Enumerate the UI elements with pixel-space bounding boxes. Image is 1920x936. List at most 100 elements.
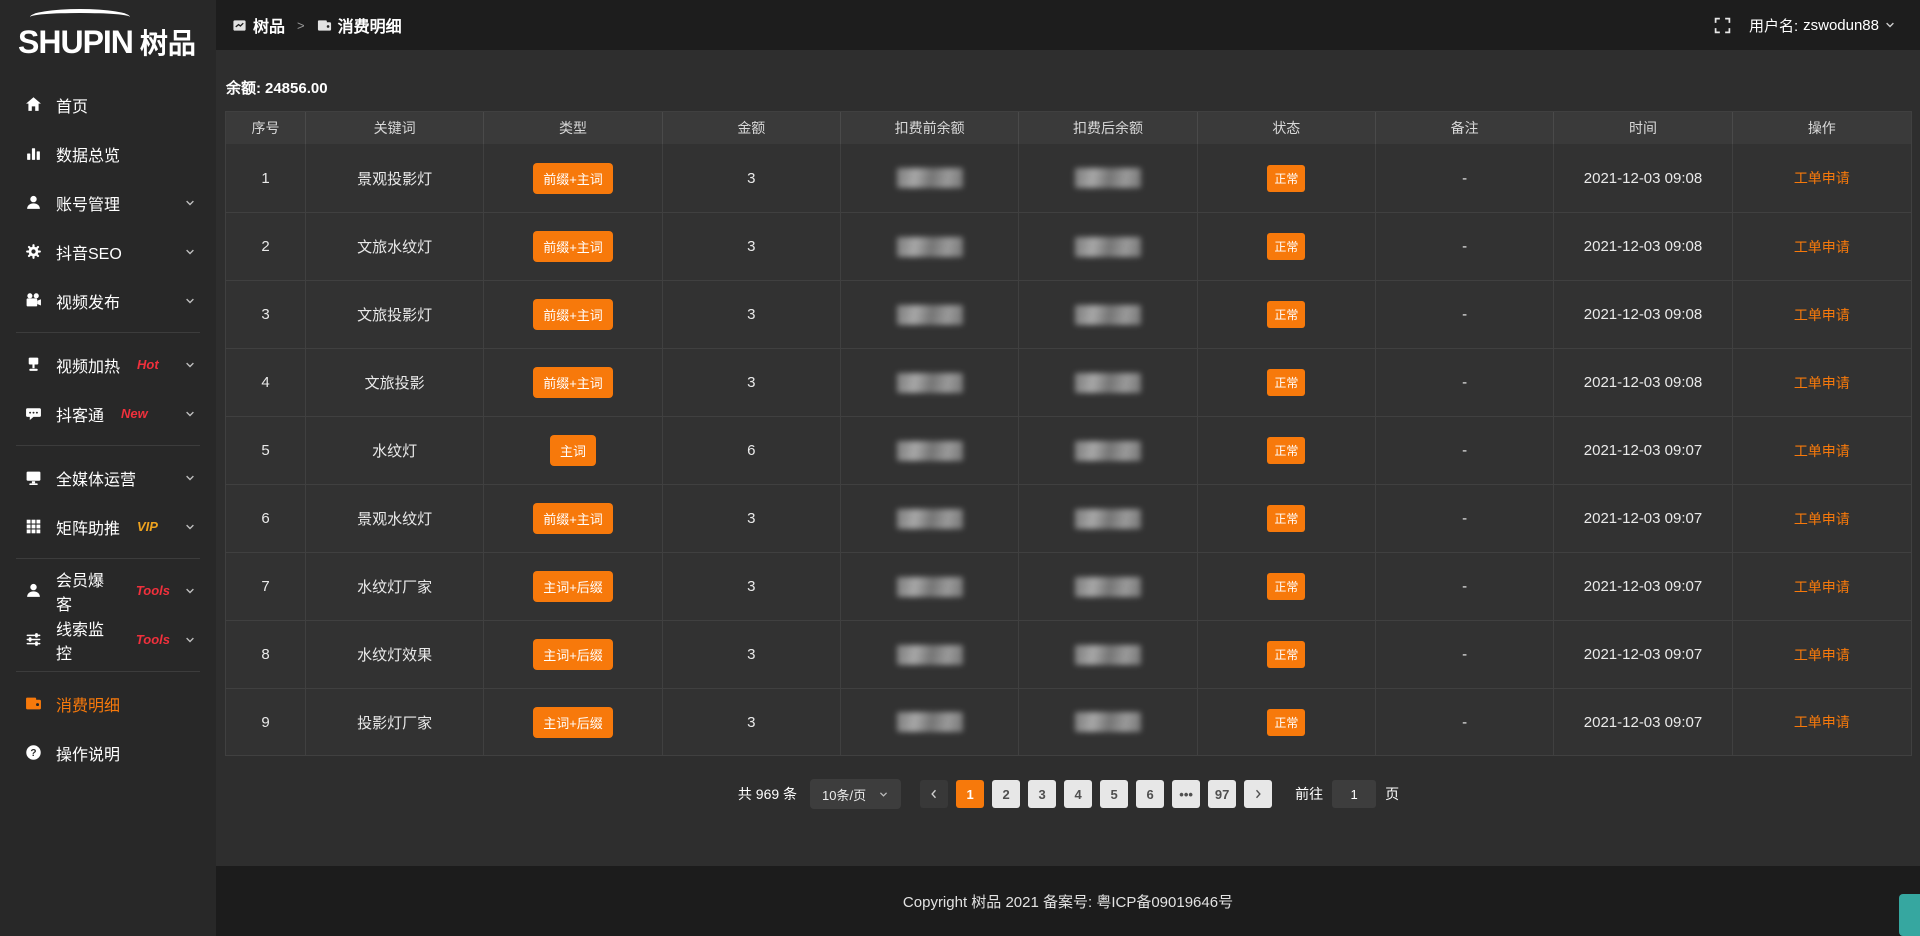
sidebar-item-label: 抖客通 xyxy=(56,402,104,426)
chevron-down-icon xyxy=(878,789,889,800)
sidebar-item-douketong[interactable]: 抖客通 New xyxy=(0,389,216,438)
column-header: 金额 xyxy=(663,112,841,144)
cell-remark: - xyxy=(1376,621,1554,688)
sidebar-item-help[interactable]: ?操作说明 xyxy=(0,728,216,777)
sidebar-item-account-manage[interactable]: 账号管理 xyxy=(0,178,216,227)
sidebar-divider xyxy=(16,558,200,559)
masked-balance-after xyxy=(1075,509,1141,529)
username-value: zswodun88 xyxy=(1803,17,1879,34)
type-badge: 前缀+主词 xyxy=(533,163,613,194)
sidebar-item-video-publish[interactable]: 视频发布 xyxy=(0,276,216,325)
cell-remark: - xyxy=(1376,349,1554,416)
work-order-link[interactable]: 工单申请 xyxy=(1794,373,1850,393)
type-badge: 前缀+主词 xyxy=(533,231,613,262)
table-row: 8水纹灯效果主词+后缀3正常-2021-12-03 09:07工单申请 xyxy=(226,620,1911,688)
topbar: 树品>消费明细 用户名: zswodun88 xyxy=(216,0,1920,50)
work-order-link[interactable]: 工单申请 xyxy=(1794,441,1850,461)
work-order-link[interactable]: 工单申请 xyxy=(1794,237,1850,257)
sidebar-item-media-operation[interactable]: 全媒体运营 xyxy=(0,453,216,502)
table-row: 3文旅投影灯前缀+主词3正常-2021-12-03 09:08工单申请 xyxy=(226,280,1911,348)
cell-remark: - xyxy=(1376,417,1554,484)
cell-remark: - xyxy=(1376,689,1554,755)
sidebar-item-douyin-seo[interactable]: 抖音SEO xyxy=(0,227,216,276)
work-order-link[interactable]: 工单申请 xyxy=(1794,509,1850,529)
table-row: 9投影灯厂家主词+后缀3正常-2021-12-03 09:07工单申请 xyxy=(226,688,1911,756)
page-button-5[interactable]: 5 xyxy=(1100,780,1128,808)
member-icon xyxy=(25,582,42,599)
logo-text-cn: 树品 xyxy=(140,29,196,58)
cell-index: 1 xyxy=(226,144,306,212)
user-icon xyxy=(25,194,42,211)
sidebar-item-badge: VIP xyxy=(137,519,158,534)
page-button-1[interactable]: 1 xyxy=(956,780,984,808)
sidebar-item-home[interactable]: 首页 xyxy=(0,80,216,129)
breadcrumb-item-consume-detail[interactable]: 消费明细 xyxy=(317,13,402,37)
sidebar-item-video-heat[interactable]: 视频加热Hot xyxy=(0,340,216,389)
cell-time: 2021-12-03 09:08 xyxy=(1554,349,1732,416)
page-button-3[interactable]: 3 xyxy=(1028,780,1056,808)
page-button-2[interactable]: 2 xyxy=(992,780,1020,808)
cell-amount: 3 xyxy=(663,144,841,212)
work-order-link[interactable]: 工单申请 xyxy=(1794,305,1850,325)
footer: Copyright 树品 2021 备案号: 粤ICP备09019646号 xyxy=(216,866,1920,936)
masked-balance-before xyxy=(897,577,963,597)
table-row: 6景观水纹灯前缀+主词3正常-2021-12-03 09:07工单申请 xyxy=(226,484,1911,552)
masked-balance-before xyxy=(897,237,963,257)
cell-time: 2021-12-03 09:08 xyxy=(1554,144,1732,212)
prev-page-button[interactable] xyxy=(920,780,948,808)
masked-balance-before xyxy=(897,645,963,665)
cell-balance-after xyxy=(1019,144,1197,212)
next-page-button[interactable] xyxy=(1244,780,1272,808)
goto-page-input[interactable] xyxy=(1332,780,1376,808)
page-button-4[interactable]: 4 xyxy=(1064,780,1092,808)
work-order-link[interactable]: 工单申请 xyxy=(1794,577,1850,597)
chevron-down-icon xyxy=(184,246,196,258)
table-row: 1景观投影灯前缀+主词3正常-2021-12-03 09:08工单申请 xyxy=(226,144,1911,212)
cell-type: 前缀+主词 xyxy=(484,144,662,212)
cell-balance-before xyxy=(841,281,1019,348)
cell-keyword: 水纹灯 xyxy=(306,417,484,484)
page-button-6[interactable]: 6 xyxy=(1136,780,1164,808)
cell-balance-before xyxy=(841,144,1019,212)
sidebar-item-matrix-boost[interactable]: 矩阵助推VIP xyxy=(0,502,216,551)
cell-keyword: 水纹灯效果 xyxy=(306,621,484,688)
cell-status: 正常 xyxy=(1198,281,1376,348)
cell-amount: 3 xyxy=(663,485,841,552)
cell-remark: - xyxy=(1376,281,1554,348)
cell-balance-before xyxy=(841,485,1019,552)
breadcrumb-item-shupin[interactable]: 树品 xyxy=(232,13,285,37)
cell-status: 正常 xyxy=(1198,485,1376,552)
breadcrumb-label: 消费明细 xyxy=(338,13,402,37)
user-menu[interactable]: 用户名: zswodun88 xyxy=(1749,15,1896,36)
corner-widget[interactable] xyxy=(1899,894,1920,936)
page-button-97[interactable]: 97 xyxy=(1208,780,1236,808)
work-order-link[interactable]: 工单申请 xyxy=(1794,645,1850,665)
sidebar-item-badge: New xyxy=(121,406,148,421)
page-size-select[interactable]: 10条/页 xyxy=(810,779,901,809)
masked-balance-after xyxy=(1075,712,1141,732)
cell-action: 工单申请 xyxy=(1733,689,1911,755)
cell-time: 2021-12-03 09:07 xyxy=(1554,485,1732,552)
breadcrumb: 树品>消费明细 xyxy=(232,13,402,37)
sidebar-divider xyxy=(16,671,200,672)
page-ellipsis-button[interactable]: ••• xyxy=(1172,780,1200,808)
table-row: 4文旅投影前缀+主词3正常-2021-12-03 09:08工单申请 xyxy=(226,348,1911,416)
table-body: 1景观投影灯前缀+主词3正常-2021-12-03 09:08工单申请2文旅水纹… xyxy=(226,144,1911,756)
sidebar-item-member-baoke[interactable]: 会员爆客Tools xyxy=(0,566,216,615)
sidebar-item-clue-monitor[interactable]: 线索监控Tools xyxy=(0,615,216,664)
sidebar-item-data-overview[interactable]: 数据总览 xyxy=(0,129,216,178)
cell-status: 正常 xyxy=(1198,144,1376,212)
cell-status: 正常 xyxy=(1198,349,1376,416)
page-buttons: 123456 ••• 97 xyxy=(920,780,1272,808)
cell-index: 4 xyxy=(226,349,306,416)
status-badge: 正常 xyxy=(1267,369,1305,396)
cell-action: 工单申请 xyxy=(1733,144,1911,212)
fullscreen-icon[interactable] xyxy=(1714,17,1731,34)
home-icon xyxy=(25,96,42,113)
column-header: 备注 xyxy=(1376,112,1554,144)
sidebar-item-label: 账号管理 xyxy=(56,191,120,215)
sidebar-item-consume-detail[interactable]: 消费明细 xyxy=(0,679,216,728)
work-order-link[interactable]: 工单申请 xyxy=(1794,712,1850,732)
type-badge: 前缀+主词 xyxy=(533,299,613,330)
work-order-link[interactable]: 工单申请 xyxy=(1794,168,1850,188)
